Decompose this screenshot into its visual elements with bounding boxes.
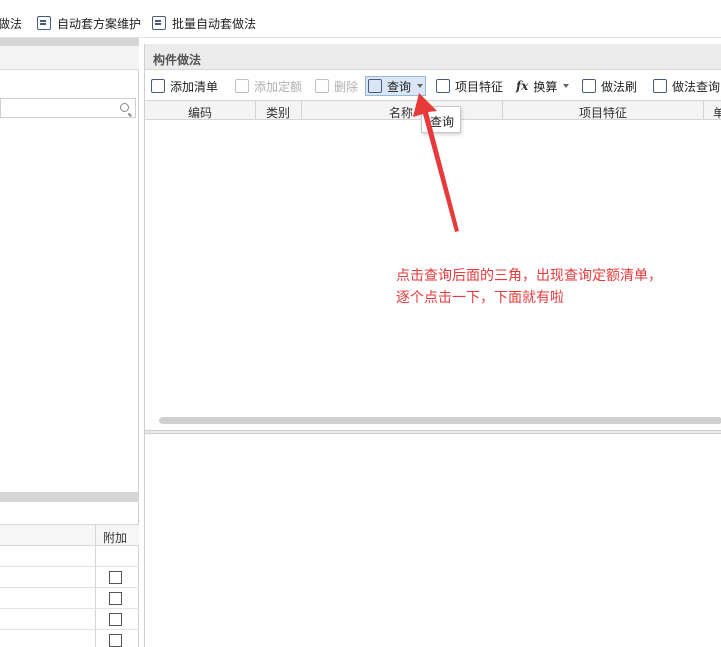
column-name[interactable]: 名称: [389, 104, 413, 121]
column-category[interactable]: 类别: [266, 104, 290, 121]
method-button[interactable]: 做法: [0, 14, 22, 32]
table-row: [0, 588, 139, 609]
panel-splitter[interactable]: [145, 430, 721, 434]
auto-scheme-maintain-button[interactable]: 自动套方案维护: [37, 14, 141, 32]
horizontal-scrollbar[interactable]: [159, 417, 721, 424]
attach-column-header: 附加: [103, 531, 128, 545]
query-button[interactable]: 查询: [365, 76, 427, 96]
attribute-table-header: 附加: [0, 524, 139, 546]
add-list-icon: [151, 79, 165, 93]
add-list-button[interactable]: 添加清单: [149, 76, 220, 96]
attach-checkbox[interactable]: [109, 592, 122, 605]
query-icon: [368, 79, 382, 93]
fx-icon: fx: [516, 79, 529, 93]
batch-auto-method-button[interactable]: 批量自动套做法: [152, 14, 256, 32]
scheme-icon: [37, 16, 51, 30]
table-row: [0, 546, 139, 567]
search-icon[interactable]: [120, 103, 129, 112]
add-quota-button[interactable]: 添加定额: [233, 76, 304, 96]
column-item-feature[interactable]: 项目特征: [579, 104, 627, 121]
component-search-input[interactable]: [0, 98, 136, 118]
table-row: [0, 567, 139, 588]
convert-button[interactable]: fx 换算: [514, 76, 571, 96]
annotation-line-1: 点击查询后面的三角，出现查询定额清单，: [396, 268, 662, 284]
left-panel-bar: [0, 46, 139, 70]
method-query-icon: [653, 79, 667, 93]
delete-button[interactable]: 删除: [313, 76, 360, 96]
attach-checkbox[interactable]: [109, 571, 122, 584]
table-row: [0, 609, 139, 630]
panel-title-bar: 构件做法: [145, 44, 721, 70]
annotation-line-2: 逐个点击一下，下面就有啦: [396, 290, 564, 306]
trash-icon: [315, 79, 329, 93]
query-tooltip: 查询: [421, 106, 461, 133]
attach-checkbox[interactable]: [109, 634, 122, 647]
item-feature-button[interactable]: 项目特征: [434, 76, 505, 96]
table-row: [0, 630, 139, 647]
method-toolbar: 添加清单 添加定额 删除 查询 项目特征 fx 换算 做法刷 做法查询: [145, 72, 721, 98]
attach-checkbox[interactable]: [109, 613, 122, 626]
column-unit[interactable]: 单: [713, 104, 721, 121]
left-panel-header: [0, 38, 139, 46]
brush-icon: [582, 79, 596, 93]
panel-title: 构件做法: [153, 53, 202, 67]
query-dropdown-caret-icon[interactable]: [417, 84, 424, 88]
main-toolbar: 做法 自动套方案维护 批量自动套做法: [0, 0, 721, 38]
batch-icon: [152, 16, 166, 30]
item-feature-icon: [436, 79, 450, 93]
method-query-button[interactable]: 做法查询: [651, 76, 721, 96]
left-panel-divider[interactable]: [0, 492, 139, 502]
add-quota-icon: [235, 79, 249, 93]
column-code[interactable]: 编码: [188, 104, 212, 121]
batch-auto-label: 批量自动套做法: [172, 16, 257, 31]
convert-dropdown-caret-icon[interactable]: [563, 84, 570, 88]
annotation-text: 点击查询后面的三角，出现查询定额清单， 逐个点击一下，下面就有啦: [396, 265, 716, 309]
left-panel: 附加: [0, 38, 139, 647]
method-label: 做法: [0, 16, 23, 31]
method-brush-button[interactable]: 做法刷: [580, 76, 639, 96]
attribute-table: 附加: [0, 524, 139, 647]
auto-scheme-label: 自动套方案维护: [57, 16, 142, 31]
component-method-panel: 构件做法 添加清单 添加定额 删除 查询 项目特征 fx 换算 做法刷 做法查询…: [144, 44, 721, 647]
